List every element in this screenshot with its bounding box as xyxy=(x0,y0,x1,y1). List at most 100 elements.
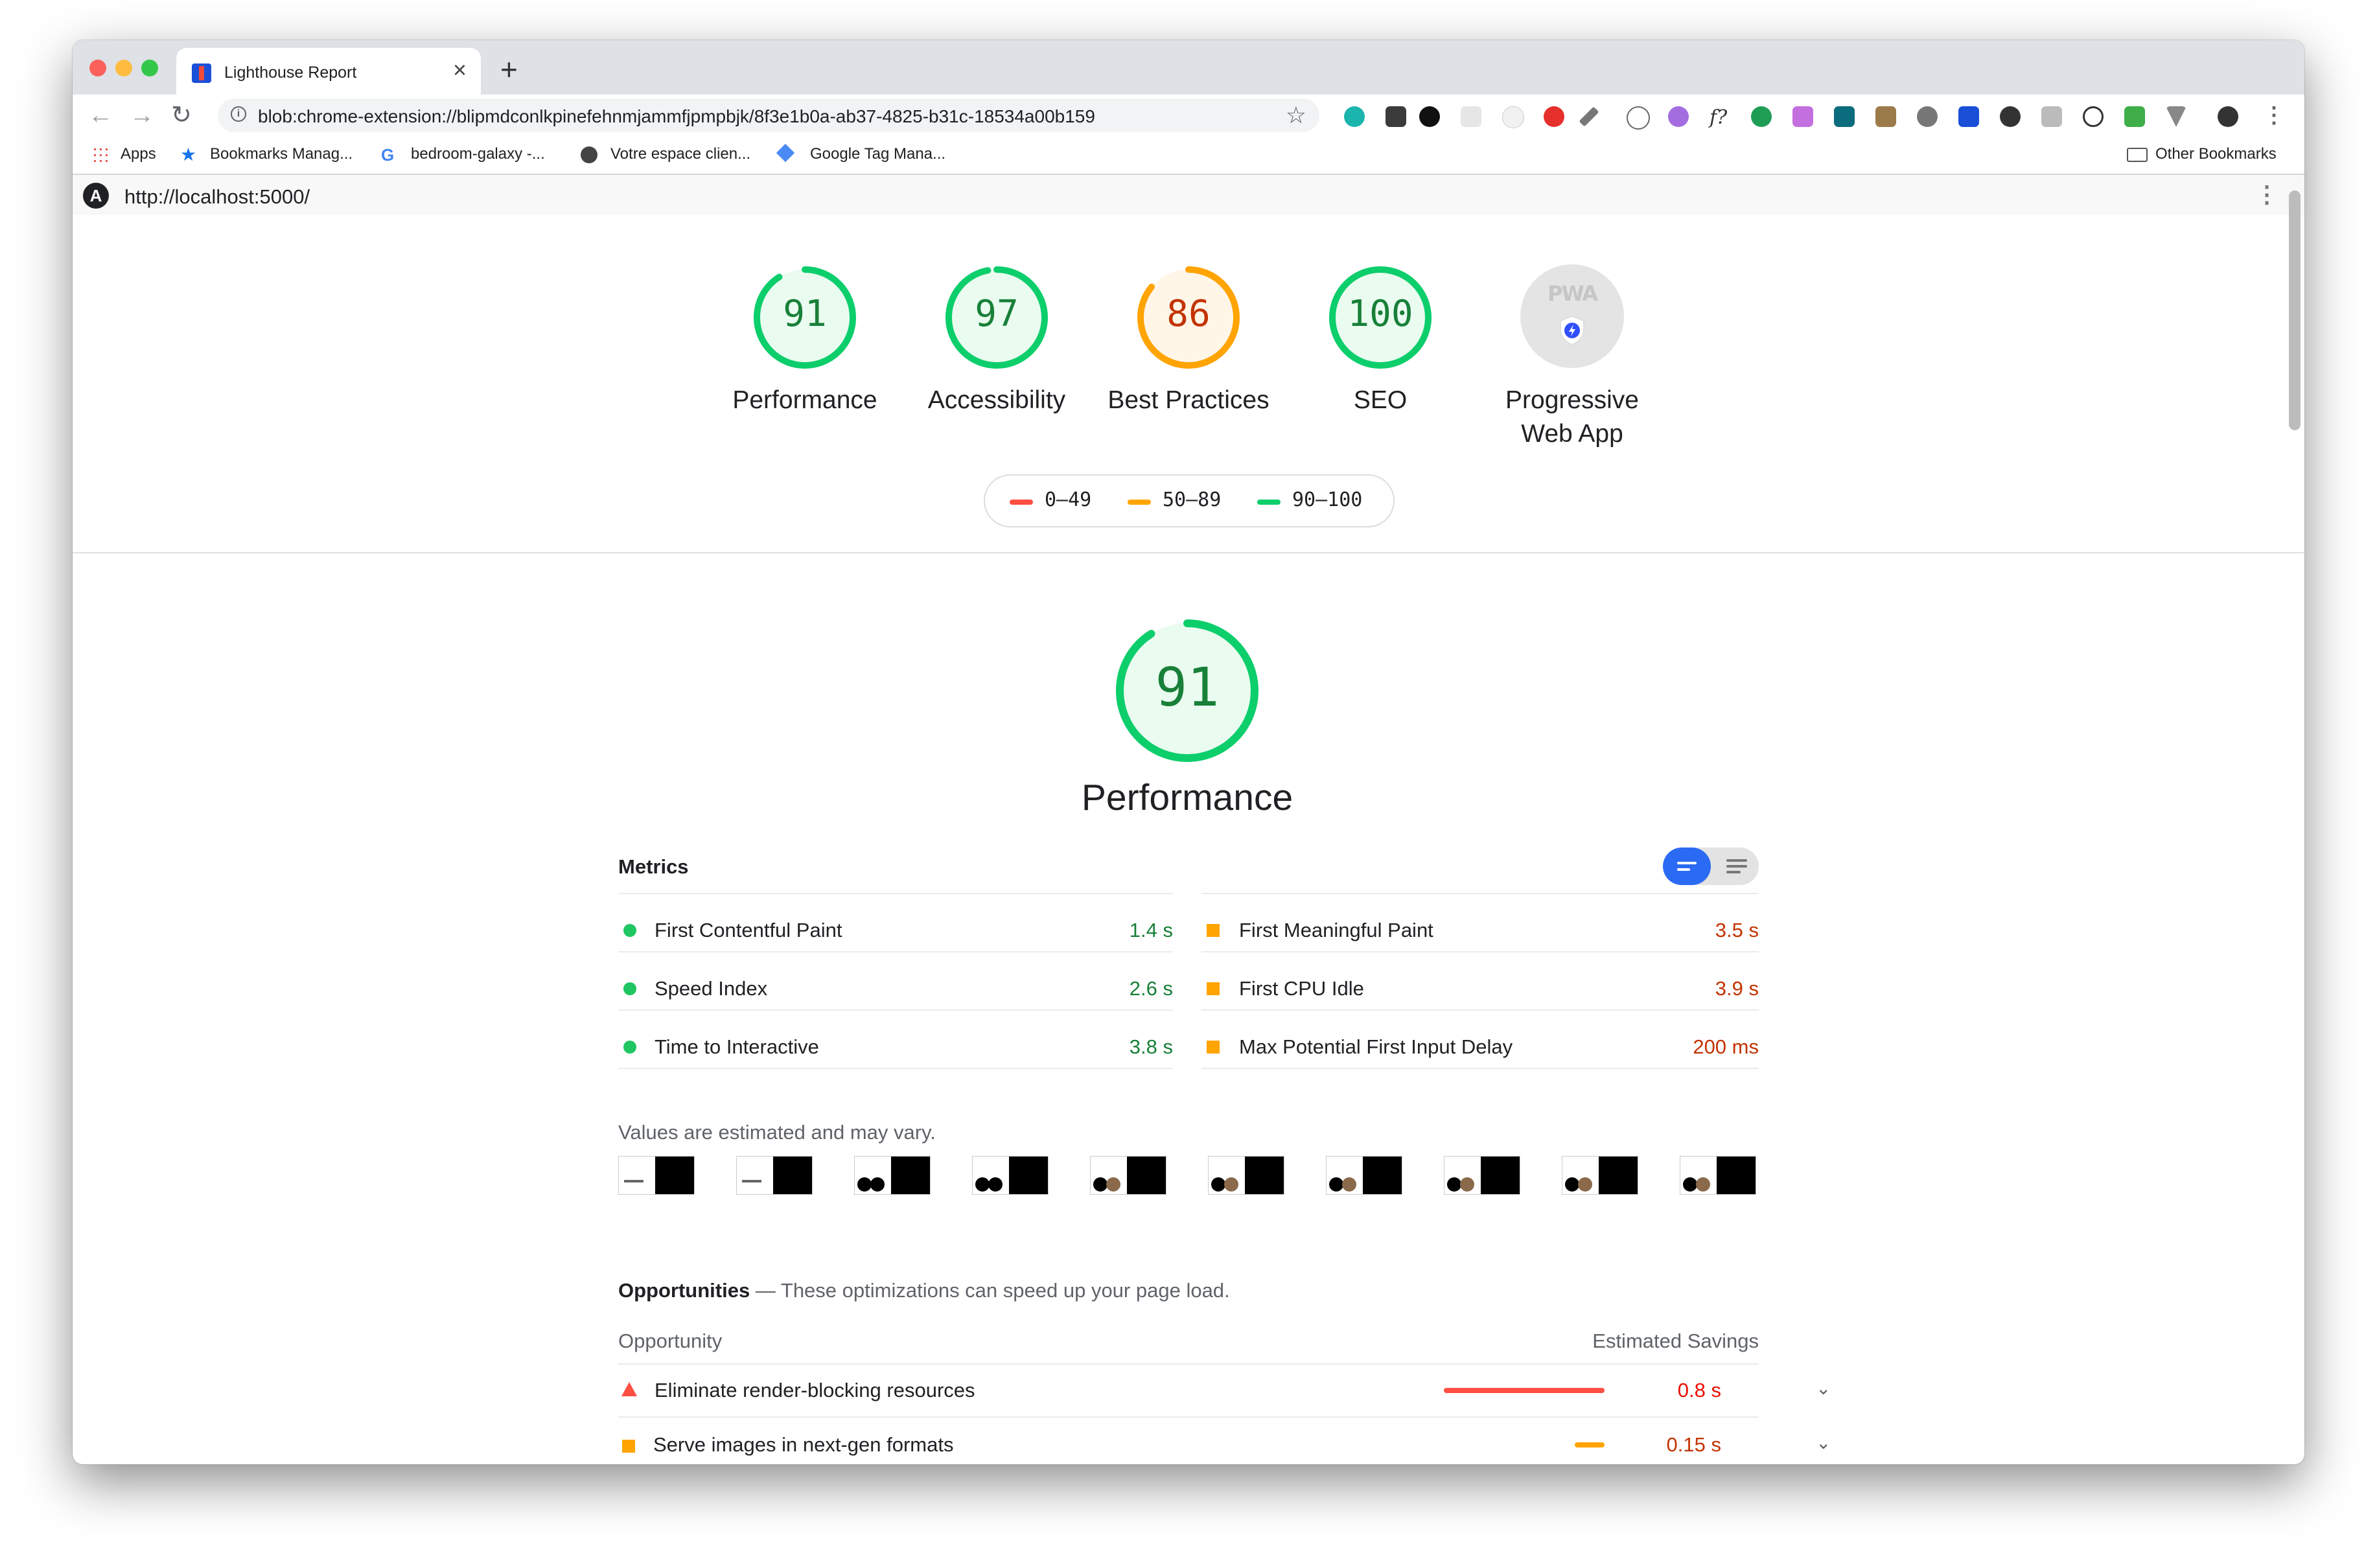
gauge-pwa[interactable]: PWA Progressive Web App xyxy=(1488,264,1656,451)
filmstrip-frame[interactable] xyxy=(1326,1156,1402,1195)
legend-average: 50–89 xyxy=(1163,489,1222,511)
metric-value: 3.8 s xyxy=(1129,1035,1173,1058)
back-arrow-icon[interactable]: ← xyxy=(88,100,113,131)
row-divider xyxy=(1201,951,1759,952)
legend-fail-swatch xyxy=(1010,500,1033,505)
metrics-view-toggle[interactable] xyxy=(1663,847,1759,885)
filmstrip-frame[interactable] xyxy=(854,1156,931,1195)
savings-bar xyxy=(1574,1442,1605,1447)
extension-icon-2[interactable] xyxy=(1386,106,1406,127)
toggle-expanded-view[interactable] xyxy=(1726,859,1747,862)
gauge-best-practices[interactable]: 86 Best Practices xyxy=(1104,264,1273,417)
profile-avatar-icon[interactable] xyxy=(2218,106,2238,127)
extension-icon-8[interactable] xyxy=(1627,106,1650,130)
shield-bolt-icon xyxy=(1560,315,1584,346)
extension-icon-17[interactable] xyxy=(2000,106,2021,127)
filmstrip-frame[interactable] xyxy=(1090,1156,1166,1195)
gauge-seo[interactable]: 100 SEO xyxy=(1296,264,1465,417)
opportunities-divider xyxy=(618,1363,1759,1365)
fail-triangle-icon xyxy=(621,1382,637,1396)
score-legend: 0–49 50–89 90–100 xyxy=(984,474,1395,527)
gauge-label: Accessibility xyxy=(927,386,1066,414)
extension-icon-18[interactable] xyxy=(2041,106,2062,127)
metric-label: First CPU Idle xyxy=(1239,977,1364,1000)
gauge-score: 100 xyxy=(1347,293,1413,335)
tab-close-icon[interactable]: × xyxy=(453,57,467,83)
star-icon: ★ xyxy=(180,144,197,165)
gauge-performance[interactable]: 91 Performance xyxy=(721,264,889,417)
address-bar[interactable]: i blob:chrome-extension://blipmdconlkpin… xyxy=(218,98,1319,132)
metric-label: Max Potential First Input Delay xyxy=(1239,1035,1513,1058)
filmstrip-frame[interactable] xyxy=(972,1156,1049,1195)
filmstrip-frame[interactable] xyxy=(1444,1156,1520,1195)
reload-icon[interactable]: ↻ xyxy=(171,100,192,131)
filmstrip-frame[interactable] xyxy=(618,1156,695,1195)
vue-devtools-icon[interactable] xyxy=(2166,106,2186,127)
extension-icon-4[interactable] xyxy=(1461,106,1481,127)
bookmark-apps[interactable]: Apps xyxy=(121,145,156,163)
opportunity-savings: 0.15 s xyxy=(1666,1433,1721,1456)
chevron-down-icon[interactable]: ⌄ xyxy=(1816,1432,1831,1453)
browser-menu-icon[interactable]: ⋮ xyxy=(2263,102,2285,128)
scrollbar[interactable] xyxy=(2289,190,2301,430)
row-divider xyxy=(1201,1009,1759,1011)
other-bookmarks[interactable]: Other Bookmarks xyxy=(2155,145,2277,163)
gauge-score: 97 xyxy=(975,293,1019,335)
pass-indicator xyxy=(623,924,636,937)
eyedropper-icon[interactable] xyxy=(1579,106,1599,127)
metrics-title: Metrics xyxy=(618,855,689,878)
extension-icon-3[interactable] xyxy=(1419,106,1440,127)
report-url[interactable]: http://localhost:5000/ xyxy=(124,185,310,209)
tab-bar: Lighthouse Report × + xyxy=(73,40,2304,95)
metric-value: 2.6 s xyxy=(1129,977,1173,1000)
folder-icon xyxy=(2127,148,2148,162)
chevron-down-icon[interactable]: ⌄ xyxy=(1816,1378,1831,1399)
extension-icon-19[interactable] xyxy=(2083,106,2104,127)
pwa-logo: PWA xyxy=(1547,281,1598,306)
metric-value: 200 ms xyxy=(1693,1035,1759,1058)
filmstrip-frame[interactable] xyxy=(736,1156,813,1195)
bookmark-bedroom-galaxy[interactable]: bedroom-galaxy -... xyxy=(411,145,545,163)
extension-icon-14[interactable] xyxy=(1875,106,1896,127)
minimize-window-button[interactable] xyxy=(115,60,132,76)
browser-window: Lighthouse Report × + ← → ↻ i blob:chrom… xyxy=(73,40,2304,1464)
gauge-accessibility[interactable]: 97 Accessibility xyxy=(912,264,1081,417)
row-divider xyxy=(1201,1068,1759,1069)
tab-lighthouse-report[interactable]: Lighthouse Report × xyxy=(176,48,481,95)
metric-label: First Contentful Paint xyxy=(655,919,842,941)
cors-icon[interactable] xyxy=(2124,106,2145,127)
bookmark-bookmarks-manager[interactable]: Bookmarks Manag... xyxy=(210,145,353,163)
gauge-label: SEO xyxy=(1353,386,1408,414)
lighthouse-extension-icon[interactable] xyxy=(1958,106,1979,127)
metric-value: 3.5 s xyxy=(1715,919,1759,941)
tag-manager-icon xyxy=(776,143,795,163)
close-window-button[interactable] xyxy=(89,60,106,76)
opportunities-subtitle: — These optimizations can speed up your … xyxy=(750,1279,1230,1302)
filmstrip-frame[interactable] xyxy=(1562,1156,1638,1195)
filmstrip-frame[interactable] xyxy=(1208,1156,1284,1195)
bookmark-star-icon[interactable]: ☆ xyxy=(1286,101,1306,130)
row-divider xyxy=(618,1416,1759,1418)
address-url[interactable]: blob:chrome-extension://blipmdconlkpinef… xyxy=(258,106,1095,127)
adblock-icon[interactable] xyxy=(1544,106,1564,127)
filmstrip-frame[interactable] xyxy=(1680,1156,1756,1195)
extension-icon-9[interactable] xyxy=(1668,106,1689,127)
extension-icon-5[interactable] xyxy=(1502,106,1524,128)
gauge-label: Performance xyxy=(732,386,877,414)
new-tab-button[interactable]: + xyxy=(500,54,518,84)
report-menu-icon[interactable]: ⋮ xyxy=(2255,180,2278,209)
extension-icon-15[interactable] xyxy=(1917,106,1938,127)
extension-icon-13[interactable] xyxy=(1834,106,1855,127)
extension-icon-11[interactable] xyxy=(1751,106,1772,127)
extension-icon-1[interactable] xyxy=(1344,106,1365,127)
bookmark-votre-espace[interactable]: Votre espace clien... xyxy=(610,145,750,163)
apps-grid-icon xyxy=(92,146,109,163)
font-icon[interactable]: f? xyxy=(1710,106,1730,129)
extension-icon-12[interactable] xyxy=(1792,106,1813,127)
column-estimated-savings: Estimated Savings xyxy=(1592,1330,1759,1352)
maximize-window-button[interactable] xyxy=(141,60,158,76)
bookmark-google-tag-manager[interactable]: Google Tag Mana... xyxy=(810,145,945,163)
forward-arrow-icon[interactable]: → xyxy=(130,100,154,131)
info-icon[interactable]: i xyxy=(231,106,246,122)
toggle-compact-view[interactable] xyxy=(1663,847,1711,885)
